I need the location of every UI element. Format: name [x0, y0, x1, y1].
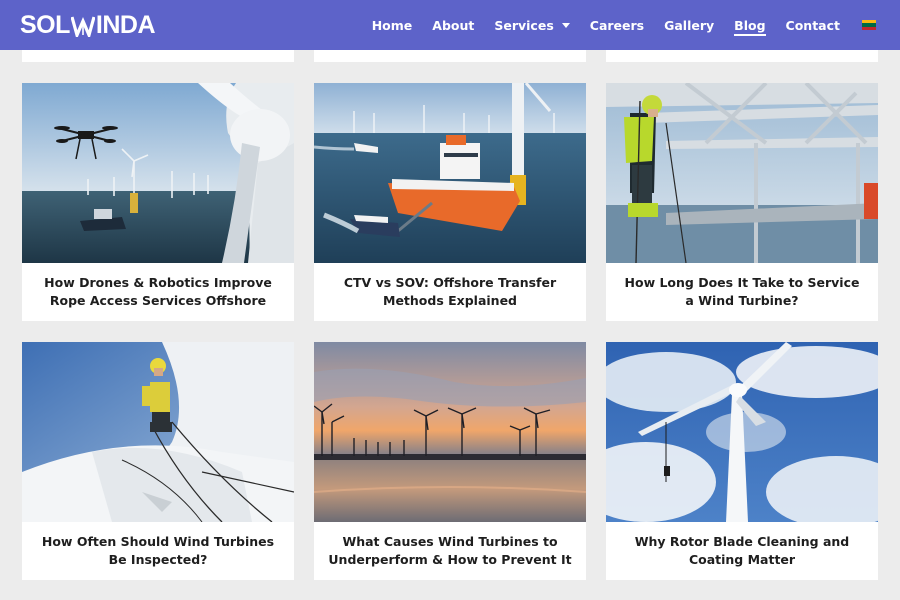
- logo-text-right: INDA: [95, 11, 156, 39]
- technician-on-platform-steel-structure-photo[interactable]: [606, 83, 878, 263]
- post-card[interactable]: CTV vs SOV: Offshore Transfer Methods Ex…: [314, 83, 586, 321]
- site-logo[interactable]: SOL INDA: [20, 11, 156, 40]
- nav-gallery[interactable]: Gallery: [664, 18, 714, 33]
- main-nav: Home About Services Careers Gallery Blog…: [352, 0, 876, 50]
- nav-home[interactable]: Home: [372, 18, 413, 33]
- nav-contact[interactable]: Contact: [786, 18, 840, 33]
- wind-farm-at-sunset-photo[interactable]: [314, 342, 586, 522]
- post-title[interactable]: How Long Does It Take to Service a Wind …: [606, 263, 878, 321]
- technician-on-turbine-nacelle-photo[interactable]: [22, 342, 294, 522]
- post-card[interactable]: How Drones & Robotics Improve Rope Acces…: [22, 83, 294, 321]
- post-title[interactable]: How Often Should Wind Turbines Be Inspec…: [22, 522, 294, 580]
- nav-about[interactable]: About: [432, 18, 474, 33]
- post-title[interactable]: What Causes Wind Turbines to Underperfor…: [314, 522, 586, 580]
- chevron-down-icon: [561, 22, 570, 28]
- post-title[interactable]: How Drones & Robotics Improve Rope Acces…: [22, 263, 294, 321]
- post-title[interactable]: CTV vs SOV: Offshore Transfer Methods Ex…: [314, 263, 586, 321]
- nav-careers[interactable]: Careers: [590, 18, 644, 33]
- service-vessel-and-ctv-at-wind-farm-photo[interactable]: [314, 83, 586, 263]
- drone-over-offshore-wind-farm-photo[interactable]: [22, 83, 294, 263]
- logo-text-left: SOL: [20, 11, 70, 39]
- nav-services-label: Services: [494, 17, 554, 33]
- site-header: SOL INDA Home About Services Careers Gal…: [0, 0, 900, 50]
- nav-blog[interactable]: Blog: [734, 18, 766, 36]
- post-card[interactable]: How Often Should Wind Turbines Be Inspec…: [22, 342, 294, 580]
- lithuania-flag-icon[interactable]: [862, 20, 876, 30]
- wind-turbine-logo-icon: [70, 15, 96, 40]
- post-card[interactable]: What Causes Wind Turbines to Underperfor…: [314, 342, 586, 580]
- nav-services[interactable]: Services: [494, 17, 570, 33]
- rope-access-on-turbine-blade-photo[interactable]: [606, 342, 878, 522]
- post-title[interactable]: Why Rotor Blade Cleaning and Coating Mat…: [606, 522, 878, 580]
- post-card[interactable]: How Long Does It Take to Service a Wind …: [606, 83, 878, 321]
- post-card[interactable]: Why Rotor Blade Cleaning and Coating Mat…: [606, 342, 878, 580]
